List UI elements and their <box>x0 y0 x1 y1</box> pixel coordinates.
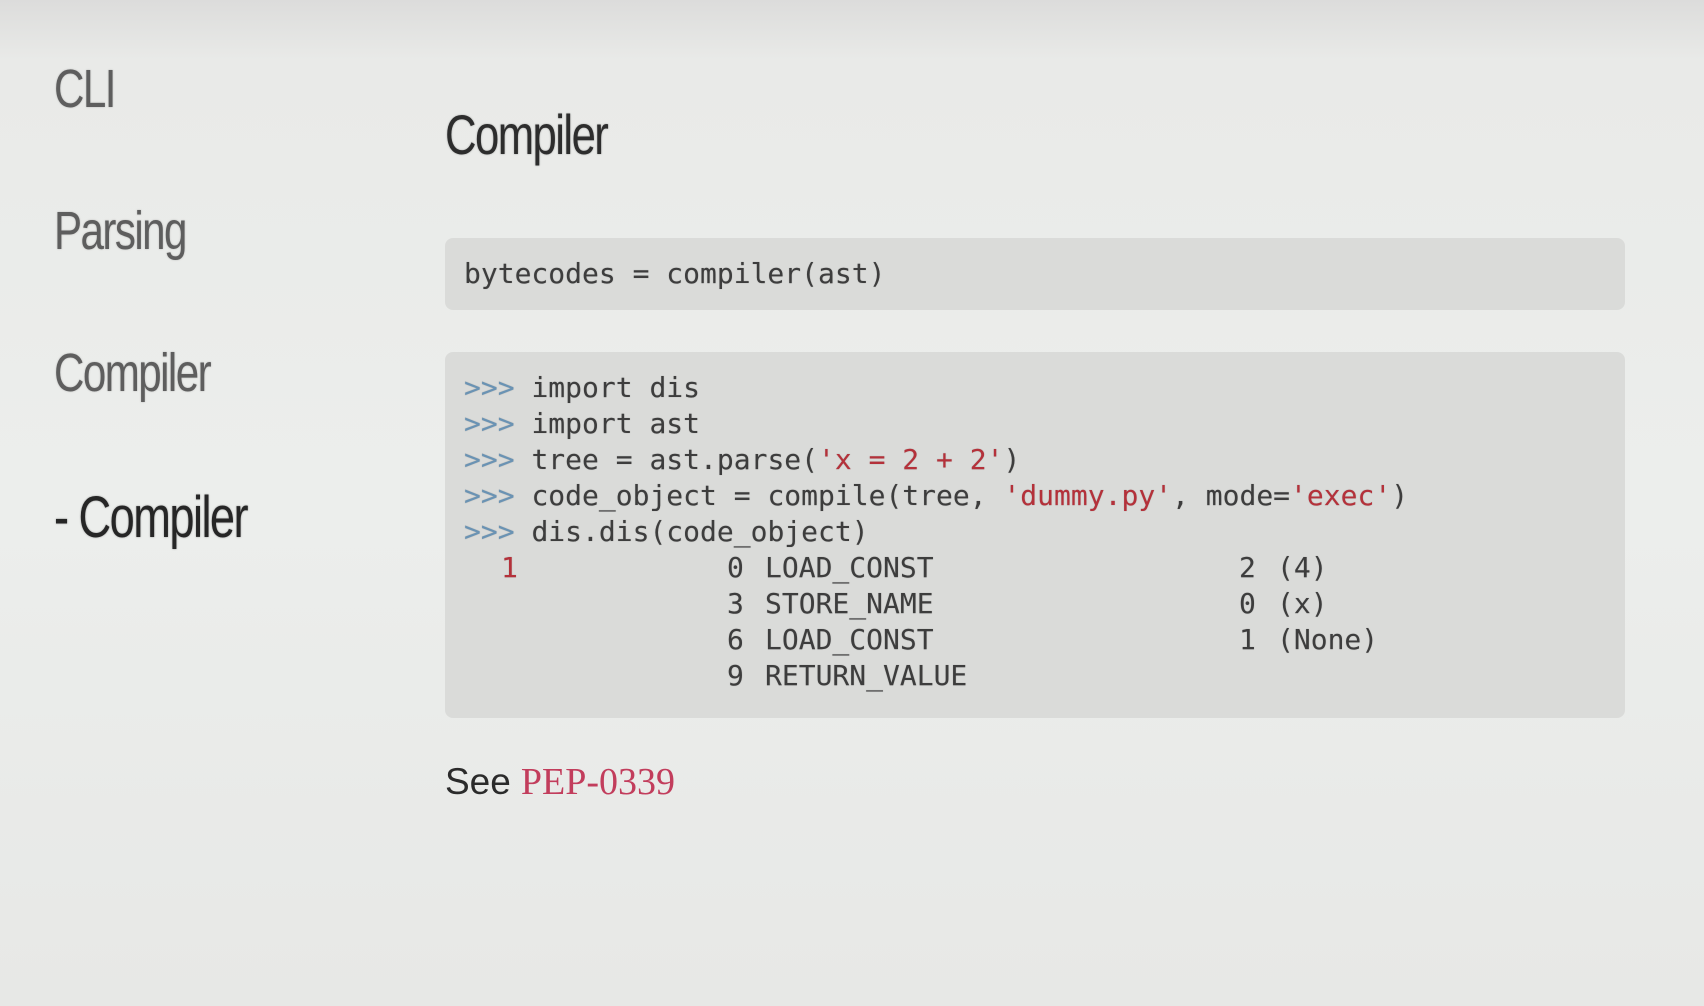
string-literal: 'x = 2 + 2' <box>818 443 1004 476</box>
page-title: Compiler <box>445 103 609 166</box>
sidebar-nav: CLI Parsing Compiler - Compiler <box>0 0 400 1006</box>
code-text: ) <box>1003 443 1021 476</box>
repl-line: >>> dis.dis(code_object) <box>464 514 869 550</box>
repl-line: >>> import dis <box>464 370 700 406</box>
dis-opname: STORE_NAME <box>765 587 934 620</box>
string-literal: 'dummy.py' <box>1003 479 1173 512</box>
repl-line: >>> import ast <box>464 406 700 442</box>
nav-item-cli[interactable]: CLI <box>54 58 116 120</box>
dis-argrepr: (None) <box>1277 623 1379 656</box>
see-label: See <box>445 761 511 802</box>
string-literal: 'exec' <box>1290 479 1392 512</box>
dis-offset: 0 <box>727 551 744 584</box>
code-line: bytecodes = compiler(ast) <box>464 257 886 290</box>
repl-prompt: >>> <box>464 515 515 548</box>
dis-opname: LOAD_CONST <box>765 551 934 584</box>
repl-prompt: >>> <box>464 443 515 476</box>
see-reference: See PEP-0339 <box>445 760 675 804</box>
repl-prompt: >>> <box>464 371 515 404</box>
code-text: , mode= <box>1172 479 1291 512</box>
code-text: code_object = compile(tree, <box>531 479 1004 512</box>
dis-argrepr: (4) <box>1277 551 1328 584</box>
dis-offset: 6 <box>727 623 744 656</box>
code-text: import dis <box>531 371 701 404</box>
dis-offset: 3 <box>727 587 744 620</box>
dis-arg: 1 <box>1239 623 1256 656</box>
code-text: ) <box>1391 479 1409 512</box>
dis-lineno: 1 <box>501 551 518 584</box>
dis-opname: LOAD_CONST <box>765 623 934 656</box>
dis-arg: 2 <box>1239 551 1256 584</box>
repl-line: >>> code_object = compile(tree, 'dummy.p… <box>464 478 1408 514</box>
nav-item-compiler-current[interactable]: - Compiler <box>54 484 249 551</box>
repl-prompt: >>> <box>464 407 515 440</box>
repl-prompt: >>> <box>464 479 515 512</box>
repl-line: >>> tree = ast.parse('x = 2 + 2') <box>464 442 1020 478</box>
dis-arg: 0 <box>1239 587 1256 620</box>
dis-argrepr: (x) <box>1277 587 1328 620</box>
dis-opname: RETURN_VALUE <box>765 659 968 692</box>
dis-offset: 9 <box>727 659 744 692</box>
code-text: dis.dis(code_object) <box>531 515 869 548</box>
code-text: import ast <box>531 407 701 440</box>
code-block-repl: >>> import dis >>> import ast >>> tree =… <box>445 352 1625 718</box>
slide-content: Compiler bytecodes = compiler(ast) >>> i… <box>445 0 1625 1006</box>
code-block-signature: bytecodes = compiler(ast) <box>445 238 1625 310</box>
code-text: tree = ast.parse( <box>531 443 819 476</box>
nav-item-compiler[interactable]: Compiler <box>54 342 212 404</box>
nav-item-parsing[interactable]: Parsing <box>54 200 187 262</box>
pep-link[interactable]: PEP-0339 <box>521 761 675 803</box>
